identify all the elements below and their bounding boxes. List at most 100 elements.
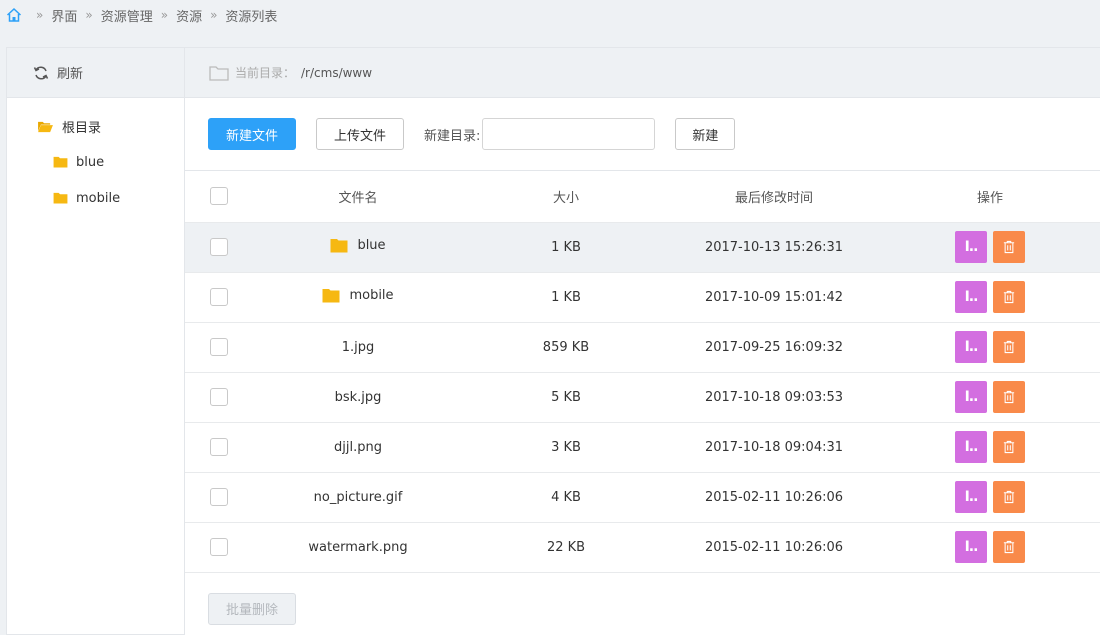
new-directory-input[interactable] xyxy=(482,118,656,150)
file-size: 1 KB xyxy=(463,222,669,273)
breadcrumb-item[interactable]: 界面 xyxy=(51,6,77,25)
delete-button[interactable] xyxy=(993,331,1025,363)
folder-icon xyxy=(53,192,68,204)
delete-button[interactable] xyxy=(993,281,1025,313)
rename-button[interactable]: I.. xyxy=(955,481,987,513)
delete-button[interactable] xyxy=(993,431,1025,463)
file-modified: 2015-02-11 10:26:06 xyxy=(669,522,879,573)
breadcrumb-separator: » xyxy=(210,8,218,22)
row-select-cell xyxy=(185,472,253,523)
delete-button[interactable] xyxy=(993,381,1025,413)
rename-button[interactable]: I.. xyxy=(955,531,987,563)
breadcrumb-item[interactable]: 资源 xyxy=(176,6,202,25)
file-size: 4 KB xyxy=(463,472,669,523)
file-size: 1 KB xyxy=(463,272,669,323)
rename-button[interactable]: I.. xyxy=(955,231,987,263)
folder-open-icon xyxy=(38,121,53,132)
folder-icon xyxy=(330,238,348,252)
table-row[interactable]: djjl.png 3 KB 2017-10-18 09:04:31 I.. xyxy=(185,422,1100,473)
delete-button[interactable] xyxy=(993,531,1025,563)
tree-item-mobile[interactable]: mobile xyxy=(7,180,184,216)
actions-cell: I.. xyxy=(879,322,1100,373)
folder-icon xyxy=(53,156,68,168)
file-table: 文件名 大小 最后修改时间 操作 blue 1 KB 2017-10-13 15… xyxy=(185,171,1100,573)
row-checkbox[interactable] xyxy=(210,388,228,406)
table-header-row: 文件名 大小 最后修改时间 操作 xyxy=(185,171,1100,223)
breadcrumb-separator: » xyxy=(36,8,44,22)
file-name-link[interactable]: watermark.png xyxy=(308,540,407,555)
row-checkbox[interactable] xyxy=(210,238,228,256)
file-name-link[interactable]: no_picture.gif xyxy=(314,490,403,505)
batch-delete-button[interactable]: 批量删除 xyxy=(208,592,296,625)
actions-cell: I.. xyxy=(879,422,1100,473)
file-name-link[interactable]: djjl.png xyxy=(334,440,382,455)
row-select-cell xyxy=(185,372,253,423)
row-checkbox[interactable] xyxy=(210,488,228,506)
file-name-link[interactable]: mobile xyxy=(349,288,393,303)
table-row[interactable]: no_picture.gif 4 KB 2015-02-11 10:26:06 … xyxy=(185,472,1100,523)
breadcrumb: » 界面 » 资源管理 » 资源 » 资源列表 xyxy=(0,0,1100,30)
file-name-link[interactable]: bsk.jpg xyxy=(335,390,382,405)
tree-item-label: blue xyxy=(76,154,105,170)
breadcrumb-item-current: 资源列表 xyxy=(225,9,278,25)
file-size: 5 KB xyxy=(463,372,669,423)
trash-icon xyxy=(1003,490,1015,504)
row-checkbox[interactable] xyxy=(210,538,228,556)
delete-button[interactable] xyxy=(993,481,1025,513)
header-size[interactable]: 大小 xyxy=(463,171,669,223)
current-directory-label: 当前目录： xyxy=(235,66,296,80)
table-footer: 批量删除 xyxy=(185,573,1100,625)
toolbar: 新建文件 上传文件 新建目录: 新建 xyxy=(185,98,1100,171)
delete-button[interactable] xyxy=(993,231,1025,263)
header-modified[interactable]: 最后修改时间 xyxy=(669,171,879,223)
table-row[interactable]: 1.jpg 859 KB 2017-09-25 16:09:32 I.. xyxy=(185,322,1100,373)
directory-sidebar: 刷新 根目录 blue mobile xyxy=(6,47,184,635)
file-name-link[interactable]: blue xyxy=(357,238,385,253)
actions-cell: I.. xyxy=(879,272,1100,323)
file-name-cell: djjl.png xyxy=(253,422,463,473)
tree-item-blue[interactable]: blue xyxy=(7,144,184,180)
refresh-button[interactable]: 刷新 xyxy=(7,48,184,98)
table-row[interactable]: mobile 1 KB 2017-10-09 15:01:42 I.. xyxy=(185,272,1100,323)
actions-cell: I.. xyxy=(879,222,1100,273)
trash-icon xyxy=(1003,440,1015,454)
upload-file-button[interactable]: 上传文件 xyxy=(316,118,404,150)
rename-button[interactable]: I.. xyxy=(955,431,987,463)
actions-cell: I.. xyxy=(879,522,1100,573)
row-checkbox[interactable] xyxy=(210,338,228,356)
file-modified: 2015-02-11 10:26:06 xyxy=(669,472,879,523)
table-row[interactable]: blue 1 KB 2017-10-13 15:26:31 I.. xyxy=(185,222,1100,273)
trash-icon xyxy=(1003,290,1015,304)
row-checkbox[interactable] xyxy=(210,438,228,456)
select-all-checkbox[interactable] xyxy=(210,187,228,206)
file-modified: 2017-10-13 15:26:31 xyxy=(669,222,879,273)
trash-icon xyxy=(1003,240,1015,254)
breadcrumb-item[interactable]: 资源管理 xyxy=(101,6,153,25)
table-row[interactable]: bsk.jpg 5 KB 2017-10-18 09:03:53 I.. xyxy=(185,372,1100,423)
header-select-all xyxy=(185,171,253,223)
file-size: 859 KB xyxy=(463,322,669,373)
file-size: 3 KB xyxy=(463,422,669,473)
trash-icon xyxy=(1003,540,1015,554)
create-directory-button[interactable]: 新建 xyxy=(675,118,736,150)
tree-item-root[interactable]: 根目录 xyxy=(7,108,184,144)
breadcrumb-separator: » xyxy=(85,8,93,22)
header-file-name[interactable]: 文件名 xyxy=(253,171,463,223)
refresh-icon xyxy=(33,65,49,80)
file-name-cell: no_picture.gif xyxy=(253,472,463,523)
row-checkbox[interactable] xyxy=(210,288,228,306)
home-icon[interactable] xyxy=(6,7,22,23)
actions-cell: I.. xyxy=(879,472,1100,523)
new-file-button[interactable]: 新建文件 xyxy=(208,118,296,150)
rename-button[interactable]: I.. xyxy=(955,381,987,413)
file-name-link[interactable]: 1.jpg xyxy=(342,340,375,355)
file-modified: 2017-10-18 09:03:53 xyxy=(669,372,879,423)
file-name-cell: bsk.jpg xyxy=(253,372,463,423)
table-row[interactable]: watermark.png 22 KB 2015-02-11 10:26:06 … xyxy=(185,522,1100,573)
rename-button[interactable]: I.. xyxy=(955,281,987,313)
refresh-label: 刷新 xyxy=(57,67,84,82)
rename-button[interactable]: I.. xyxy=(955,331,987,363)
file-name-cell: watermark.png xyxy=(253,522,463,573)
header-actions: 操作 xyxy=(879,171,1100,223)
folder-outline-icon xyxy=(209,65,229,81)
